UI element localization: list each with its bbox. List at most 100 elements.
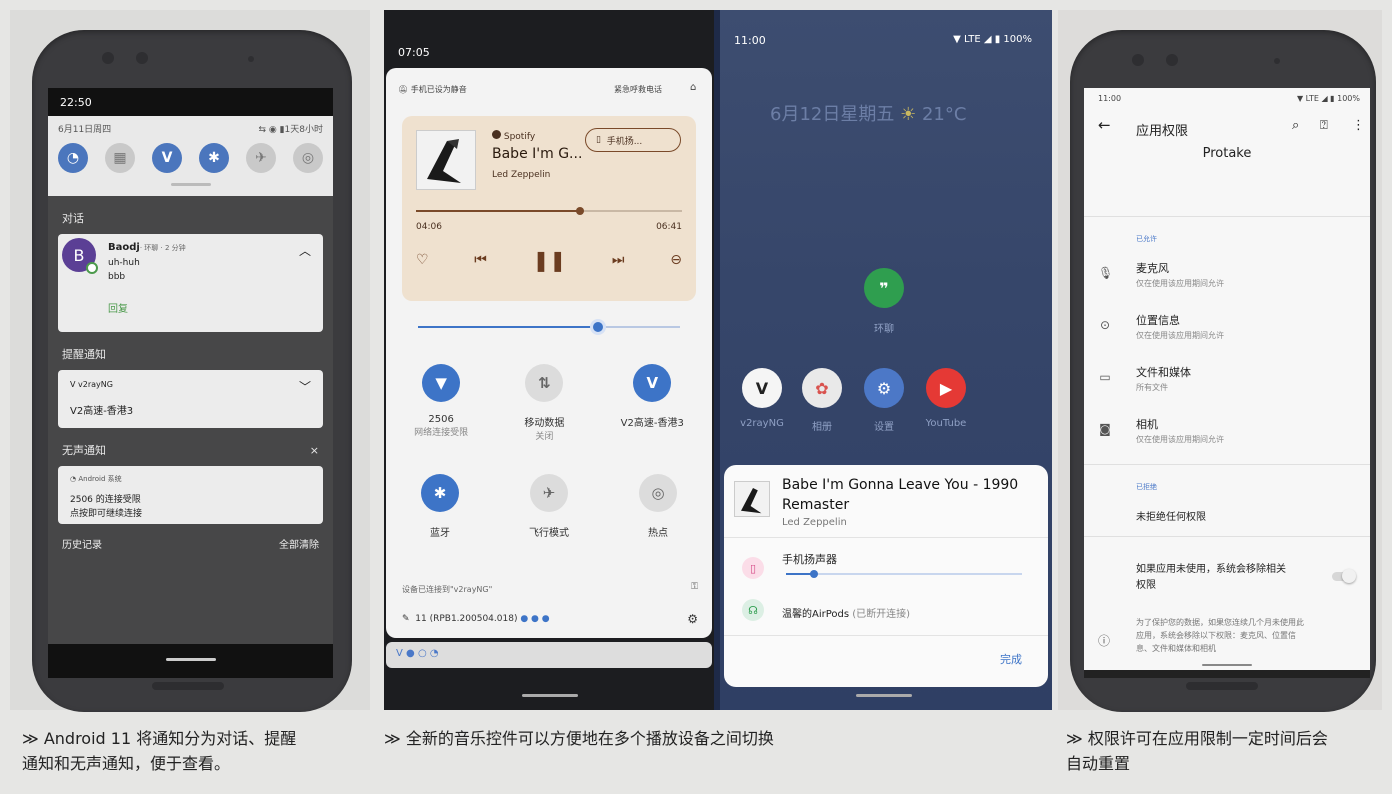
brightness-slider[interactable] [418,319,680,335]
home-gesture-pill[interactable] [1202,664,1252,666]
v2ray-app-icon[interactable]: V [742,368,782,408]
sheet-artist: Led Zeppelin [782,517,847,528]
help-icon[interactable]: ⍰ [1320,118,1328,133]
wifi-icon: ◔ [66,150,80,166]
info-icon: ⓘ [1098,634,1111,648]
permission-title: 相机 [1136,418,1158,431]
bluetooth-icon: ✱ [208,150,220,166]
android-wifi-icon: ◔ [70,475,77,483]
info-line-3: 息、文件和媒体和相机 [1136,644,1216,653]
wifi-tile[interactable]: ◔ [58,143,88,173]
tile-vpn[interactable]: V V2高速-香港3 [621,364,684,442]
settings-app-icon[interactable]: ⚙ [864,368,904,408]
app-label: v2rayNG [740,418,784,429]
silent-line-1: 2506 的连接受限 [70,495,141,505]
more-options-icon[interactable]: ⋮ [1352,118,1365,133]
tile-bluetooth[interactable]: ✱ 蓝牙 [421,474,459,539]
output-device-chip[interactable]: ▯ 手机扬... [585,128,681,152]
airplane-icon: ✈ [530,474,568,512]
silent-dismiss-button[interactable]: × [310,444,319,457]
mute-icon: 🔕︎ [398,85,409,94]
alerting-notification[interactable]: V v2rayNG V2高速-香港3 ﹀ [58,370,323,428]
bluetooth-tile[interactable]: ✱ [199,143,229,173]
screen: 22:50 6月11日周四 ⇆ ◉ ▮1天8小时 ◔ ▦ V ✱ ✈ ◎ 对话 [48,88,333,678]
info-line-2: 应用，系统会移除以下权限：麦克风、位置信 [1136,631,1296,640]
settings-gear-icon[interactable]: ⚙ [687,612,698,626]
spotify-icon [492,130,501,139]
next-icon[interactable]: ⏭ [612,252,625,268]
status-bar: 22:50 [48,88,333,116]
hangouts-app-icon[interactable]: ❞ [864,268,904,308]
drag-handle[interactable] [170,183,211,186]
silent-notification[interactable]: ◔ Android 系统 2506 的连接受限 点按即可继续连接 [58,466,323,524]
speaker-volume-slider[interactable] [786,570,1022,578]
home-gesture-pill[interactable] [166,658,216,661]
user-icon[interactable]: ⌂ [690,82,696,93]
silent-header: 无声通知 [62,444,106,457]
reply-button[interactable]: 回复 [108,300,128,315]
collapse-chevron-icon[interactable]: ︿ [299,242,311,259]
conversation-notification[interactable]: B Baodj· 环聊 · 2 分钟 uh-huh bbb 回复 ︿ [58,234,323,332]
auto-reset-toggle[interactable] [1332,569,1356,583]
youtube-app-icon[interactable]: ▶ [926,368,966,408]
battery-label: 100% [1337,94,1360,103]
history-button[interactable]: 历史记录 [62,536,102,551]
proximity-sensor [248,56,254,62]
tile-airplane[interactable]: ✈ 飞行模式 [529,474,569,539]
artist-name: Led Zeppelin [492,170,551,180]
previous-icon[interactable]: ⏮ [474,252,487,268]
caption-line: ≫ Android 11 将通知分为对话、提醒 [22,729,297,748]
output-switcher-sheet: Babe I'm Gonna Leave You - 1990 Remaster… [724,465,1048,687]
hotspot-tile[interactable]: ◎ [293,143,323,173]
photos-app-icon[interactable]: ✿ [802,368,842,408]
info-line-1: 为了保护您的数据，如果您连续几个月未使用此 [1136,618,1304,627]
back-arrow-icon[interactable]: ← [1098,116,1111,134]
app-name: Protake [1202,146,1252,161]
page-dots-icon: ● ● ● [520,614,550,624]
app-label: YouTube [925,418,967,429]
pause-icon[interactable]: ❚❚ [533,248,567,272]
silent-app-name: Android 系统 [78,475,122,483]
media-player: Spotify Babe I'm G... Led Zeppelin ▯ 手机扬… [402,116,696,301]
seek-track[interactable] [416,207,682,215]
battery-label: 1天8小时 [284,125,323,135]
alert-app-name: v2rayNG [78,380,113,389]
permission-microphone[interactable]: 🎙︎ 麦克风 仅在使用该应用期间允许 [1084,258,1370,302]
tile-label: 蓝牙 [430,528,450,539]
more-icon[interactable]: ⊖ [670,252,682,268]
airpods-option[interactable]: 温馨的AirPods (已断开连接) [782,605,910,620]
minimized-notification-icons[interactable]: V ● ○ ◔ [386,642,712,668]
album-cover-image [417,131,475,189]
brightness-level [418,326,597,328]
mobile-data-tile[interactable]: ▦ [105,143,135,173]
tile-hotspot[interactable]: ◎ 热点 [639,474,677,539]
done-button[interactable]: 完成 [1000,651,1022,667]
airplane-tile[interactable]: ✈ [246,143,276,173]
hangouts-status-icon: ● [406,648,415,659]
like-icon[interactable]: ♡ [416,252,429,268]
permission-location[interactable]: ⊙ 位置信息 仅在使用该应用期间允许 [1084,310,1370,354]
vpn-tile[interactable]: V [152,143,182,173]
volume-thumb[interactable] [810,570,818,578]
expand-chevron-icon[interactable]: ﹀ [299,378,311,395]
front-camera [1132,54,1144,66]
home-gesture-pill[interactable] [856,694,912,697]
airplane-icon: ✈ [255,150,267,166]
phone-frame: 11:00 ▼ LTE ◢ ▮ 100% ← 应用权限 ⌕ ⍰ ⋮ Protak… [1070,30,1376,712]
permission-files[interactable]: ▭ 文件和媒体 所有文件 [1084,362,1370,406]
tile-wifi[interactable]: ▼ 2506 网络连接受限 [414,364,468,442]
seek-thumb[interactable] [576,207,584,215]
emergency-call-link[interactable]: 紧急呼救电话 [614,84,662,95]
phone-speaker-option[interactable]: 手机扬声器 [782,551,837,567]
media-app-name: Spotify [503,132,536,142]
build-number: 11 (RPB1.200504.018) [415,614,518,624]
output-chip-label: 手机扬... [606,136,643,147]
quick-settings: 6月11日周四 ⇆ ◉ ▮1天8小时 ◔ ▦ V ✱ ✈ ◎ [48,116,333,196]
clear-all-button[interactable]: 全部清除 [279,536,319,551]
edit-pencil-icon[interactable]: ✎ [402,614,410,624]
tile-mobile-data[interactable]: ⇅ 移动数据 关闭 [524,364,564,442]
permission-camera[interactable]: ◙ 相机 仅在使用该应用期间允许 [1084,414,1370,458]
home-gesture-pill[interactable] [522,694,578,697]
brightness-icon[interactable] [590,319,606,335]
search-icon[interactable]: ⌕ [1292,118,1299,133]
